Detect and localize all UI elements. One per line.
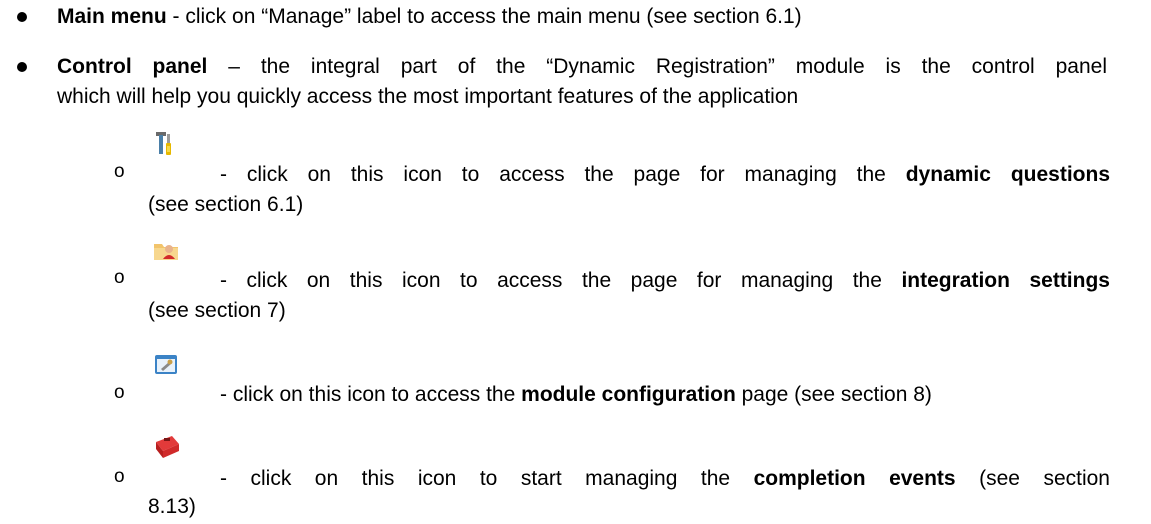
sub-text: - click on this icon to access the: [220, 383, 522, 406]
sub-text: - click on this icon to access the page …: [220, 269, 902, 292]
sub-text-line-2: (see section 7): [148, 299, 286, 322]
sub-text: (see section: [955, 467, 1110, 490]
item-title: Control panel: [57, 55, 208, 78]
sub-marker: o: [114, 161, 125, 182]
toolbox-icon[interactable]: [152, 432, 179, 458]
sub-text-line-2: (see section 6.1): [148, 193, 304, 216]
bullet-dot: [17, 12, 27, 22]
sub-text-line-1: - click on this icon to access the modul…: [220, 380, 1110, 410]
item-text: - click on “Manage” label to access the …: [166, 5, 802, 28]
sub-text: page (see section 8): [735, 383, 932, 406]
item-title: Main menu: [57, 5, 167, 28]
sub-item-module-configuration: o - click on this icon to access the mod…: [114, 352, 1110, 412]
item-text: – the integral part of the “Dynamic Regi…: [207, 55, 1107, 78]
sub-text-line-2: 8.13): [148, 495, 196, 518]
sub-text-bold: module configuration: [521, 383, 736, 406]
sub-item-dynamic-questions: o - click on this icon to access the pag…: [114, 130, 1110, 216]
sub-text-line-1: - click on this icon to access the page …: [220, 266, 1110, 296]
sub-marker: o: [114, 466, 125, 487]
sub-text-line-1: - click on this icon to access the page …: [220, 160, 1110, 190]
sub-text: - click on this icon to start managing t…: [220, 467, 754, 490]
item-line-1: Control panel – the integral part of the…: [57, 52, 1107, 82]
user-folder-icon[interactable]: [152, 238, 178, 264]
sub-item-integration-settings: o - click on this icon to access the pag…: [114, 236, 1110, 322]
sub-marker: o: [114, 382, 125, 403]
sub-text-bold: integration settings: [901, 269, 1110, 292]
sub-text-line-1: - click on this icon to start managing t…: [220, 464, 1110, 494]
sub-text: - click on this icon to access the page …: [220, 163, 906, 186]
document-page: Main menu - click on “Manage” label to a…: [0, 0, 1151, 524]
sub-item-completion-events: o - click on this icon to start managing…: [114, 432, 1110, 522]
item-line-2: which will help you quickly access the m…: [57, 85, 799, 108]
bullet-main-menu: Main menu - click on “Manage” label to a…: [17, 2, 1107, 32]
tools-icon[interactable]: [152, 130, 178, 156]
bullet-dot: [17, 62, 27, 72]
bullet-control-panel: Control panel – the integral part of the…: [17, 52, 1107, 112]
config-window-icon[interactable]: [152, 352, 178, 378]
sub-marker: o: [114, 267, 125, 288]
sub-text-bold: completion events: [753, 467, 956, 490]
sub-text-bold: dynamic questions: [905, 163, 1110, 186]
